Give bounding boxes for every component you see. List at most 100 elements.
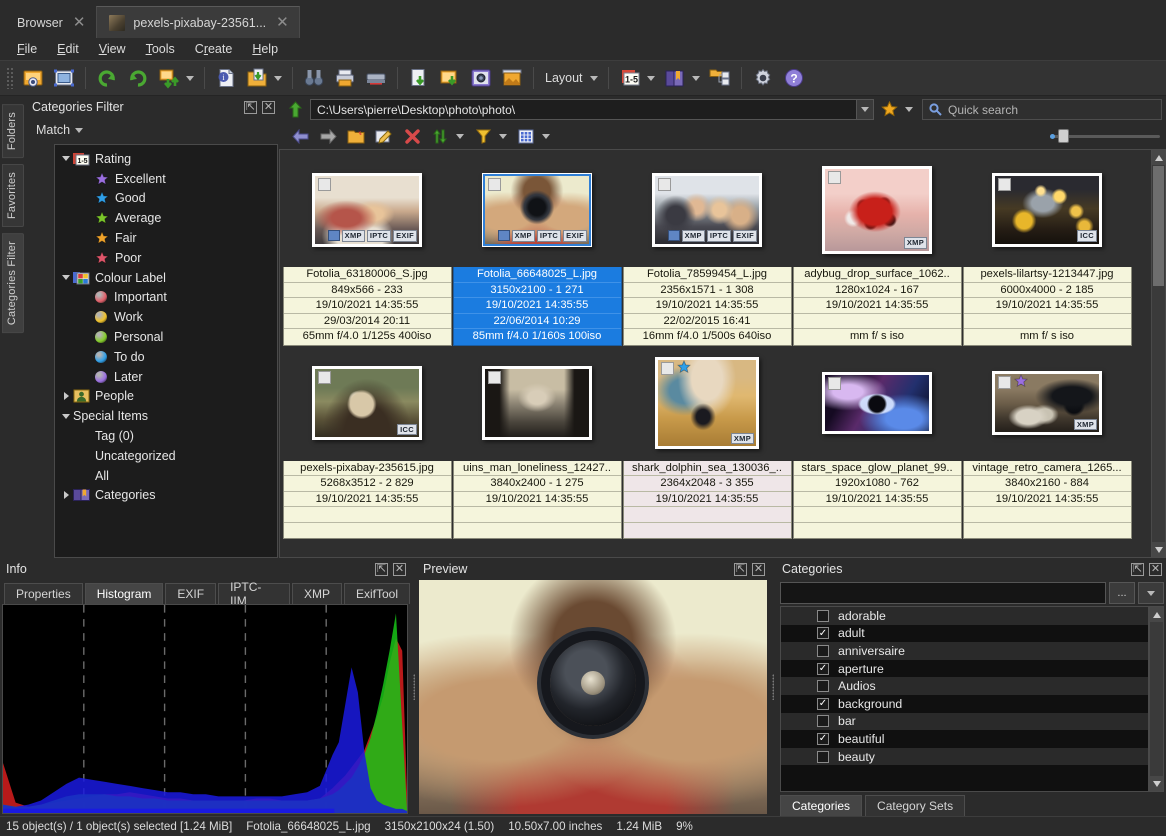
rotate-left-icon[interactable] [92, 63, 122, 93]
tree-item[interactable]: Excellent [55, 169, 277, 189]
menu-tools[interactable]: Tools [137, 40, 184, 58]
category-row[interactable]: anniversaire [781, 642, 1148, 660]
twisty-expanded-icon[interactable] [59, 413, 73, 419]
delete-icon[interactable] [399, 125, 425, 147]
tab-category-sets[interactable]: Category Sets [865, 795, 966, 816]
tab-xmp[interactable]: XMP [291, 583, 342, 604]
tree-item[interactable]: Personal [55, 327, 277, 347]
menu-create[interactable]: Create [186, 40, 242, 58]
settings-gear-icon[interactable] [748, 63, 778, 93]
view-mode-icon[interactable] [513, 125, 539, 147]
close-icon[interactable]: ✕ [71, 15, 88, 30]
rating-1-5-icon[interactable]: 1-5 [615, 63, 645, 93]
open-image-icon[interactable] [18, 63, 48, 93]
tab-exiftool[interactable]: ExifTool [343, 583, 410, 604]
thumbnail-image[interactable]: XMP IPTC EXIF [482, 172, 592, 247]
close-panel-icon[interactable]: ✕ [1149, 562, 1162, 576]
category-checkbox[interactable] [817, 750, 829, 763]
thumbnail-cell[interactable]: XMP IPTC EXIF Fotolia_78599454_L.jpg 2356x… [622, 152, 792, 346]
tab-exif[interactable]: EXIF [165, 583, 217, 604]
tab-histogram[interactable]: Histogram [84, 583, 164, 604]
thumbnail-cell[interactable]: XMP IPTC EXIF Fotolia_63180006_S.jpg 849x5… [282, 152, 452, 346]
float-panel-icon[interactable]: ⇱ [244, 100, 257, 114]
screen-capture-icon[interactable] [466, 63, 496, 93]
thumbnail-cell[interactable]: XMP IPTC EXIF Fotolia_66648025_L.jpg 3150x… [452, 152, 622, 346]
category-checkbox[interactable] [817, 715, 829, 728]
chevron-down-icon[interactable] [75, 127, 84, 133]
thumbnail-checkbox[interactable] [658, 177, 671, 191]
thumbnail-checkbox[interactable] [318, 371, 331, 384]
tab-categories[interactable]: Categories [780, 795, 863, 816]
filter-icon[interactable] [470, 125, 496, 147]
panel-splitter[interactable] [410, 558, 417, 816]
close-icon[interactable]: ✕ [274, 15, 291, 30]
menu-view[interactable]: View [90, 40, 135, 58]
category-row[interactable]: Audios [781, 677, 1148, 695]
thumbnail-image[interactable] [822, 372, 932, 434]
thumbnail-cell[interactable]: XMP shark_dolphin_sea_130036_.. 2364x204… [622, 346, 792, 539]
thumbnail-zoom-slider[interactable] [1050, 129, 1160, 143]
scroll-down-icon[interactable] [1150, 776, 1163, 791]
close-panel-icon[interactable]: ✕ [752, 562, 765, 576]
thumbnail-cell[interactable]: XMP adybug_drop_surface_1062.. 1280x1024… [792, 152, 962, 346]
thumbnail-checkbox[interactable] [828, 377, 841, 390]
float-panel-icon[interactable]: ⇱ [1131, 562, 1144, 576]
thumbnail-grid[interactable]: XMP IPTC EXIF Fotolia_63180006_S.jpg 849x5… [279, 149, 1151, 558]
category-tabs[interactable]: Categories Category Sets [776, 792, 1166, 816]
thumbnail-checkbox[interactable] [488, 371, 501, 384]
twisty-collapsed-icon[interactable] [59, 491, 73, 500]
export-folder-icon[interactable] [242, 63, 272, 93]
match-dropdown[interactable]: Match [26, 118, 279, 142]
scroll-up-icon[interactable] [1150, 607, 1163, 622]
thumbnail-cell[interactable]: stars_space_glow_planet_99.. 1920x1080 -… [792, 346, 962, 539]
convert-image-icon[interactable] [154, 63, 184, 93]
tree-item[interactable]: Later [55, 367, 277, 387]
help-icon[interactable]: ? [779, 63, 809, 93]
tree-item[interactable]: Good [55, 189, 277, 209]
chevron-down-icon[interactable] [542, 133, 550, 139]
chevron-down-icon[interactable] [274, 75, 282, 81]
forward-arrow-icon[interactable] [315, 125, 341, 147]
tree-item[interactable]: Tag (0) [55, 426, 277, 446]
tree-item[interactable]: 1-5 Rating [55, 149, 277, 169]
twisty-expanded-icon[interactable] [59, 156, 73, 162]
thumbnail-image[interactable]: XMP [655, 357, 759, 449]
chevron-down-icon[interactable] [646, 75, 655, 81]
sidebar-item-categories-filter[interactable]: Categories Filter [2, 233, 24, 334]
thumbnail-image[interactable]: XMP [992, 371, 1102, 435]
chevron-down-icon[interactable] [456, 133, 464, 139]
thumbnail-checkbox[interactable] [828, 170, 841, 184]
twisty-collapsed-icon[interactable] [59, 392, 73, 401]
scroll-down-icon[interactable] [1152, 542, 1165, 557]
thumbnail-checkbox[interactable] [661, 362, 674, 375]
categories-filter-tree[interactable]: 1-5 Rating Excellent Good Average Fair Poor Col… [54, 144, 278, 558]
chevron-down-icon[interactable] [1138, 582, 1164, 604]
rename-icon[interactable] [371, 125, 397, 147]
close-panel-icon[interactable]: ✕ [393, 562, 406, 576]
slideshow-icon[interactable] [497, 63, 527, 93]
print-icon[interactable] [330, 63, 360, 93]
layout-label[interactable]: Layout [540, 71, 588, 85]
category-checkbox[interactable]: ✓ [817, 662, 829, 675]
thumbnail-checkbox[interactable] [998, 177, 1011, 191]
tab-iptc-iim[interactable]: IPTC-IIM [218, 580, 290, 608]
close-panel-icon[interactable]: ✕ [262, 100, 275, 114]
category-checkbox[interactable] [817, 644, 829, 657]
category-row[interactable]: beauty [781, 747, 1148, 766]
back-arrow-icon[interactable] [287, 125, 313, 147]
tree-item[interactable]: People [55, 387, 277, 407]
more-options-button[interactable]: ... [1109, 582, 1135, 604]
up-folder-icon[interactable] [285, 100, 305, 120]
category-row[interactable]: adorable [781, 607, 1148, 625]
tree-item[interactable]: Work [55, 307, 277, 327]
thumbnail-cell[interactable]: uins_man_loneliness_12427.. 3840x2400 - … [452, 346, 622, 539]
category-scrollbar[interactable] [1149, 606, 1164, 792]
tab-properties[interactable]: Properties [4, 583, 83, 604]
preview-image[interactable] [419, 580, 767, 814]
chevron-down-icon[interactable] [186, 75, 194, 81]
menu-edit[interactable]: Edit [48, 40, 88, 58]
float-panel-icon[interactable]: ⇱ [375, 562, 388, 576]
thumbnail-checkbox[interactable] [318, 177, 331, 191]
tree-item[interactable]: Important [55, 288, 277, 308]
twisty-expanded-icon[interactable] [59, 275, 73, 281]
